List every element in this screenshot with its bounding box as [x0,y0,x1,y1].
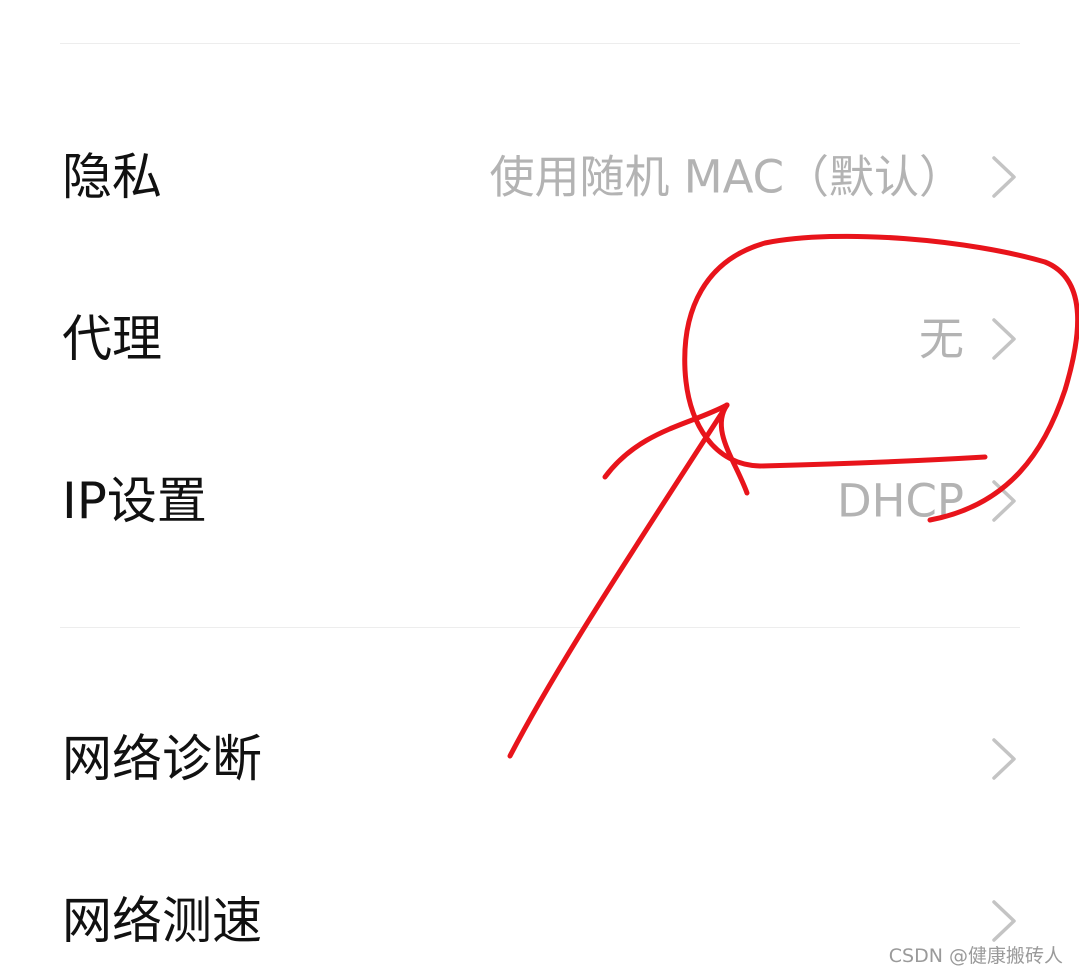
ip-settings-label: IP设置 [62,472,207,530]
settings-row-proxy[interactable]: 代理 无 [0,274,1079,404]
chevron-right-icon [989,479,1019,523]
section-divider [60,627,1020,628]
settings-row-network-diagnosis[interactable]: 网络诊断 [0,694,1079,824]
settings-row-privacy[interactable]: 隐私 使用随机 MAC（默认） [0,112,1079,242]
chevron-right-icon [989,155,1019,199]
network-diagnosis-label: 网络诊断 [62,730,262,788]
privacy-value: 使用随机 MAC（默认） [489,150,964,204]
ip-settings-value: DHCP [836,474,964,528]
top-divider [60,43,1020,44]
chevron-right-icon [989,737,1019,781]
wifi-settings-page: 隐私 使用随机 MAC（默认） 代理 无 IP设置 DHCP 网络诊断 网络测速 [0,0,1079,976]
speed-test-label: 网络测速 [62,892,262,950]
chevron-right-icon [989,899,1019,943]
proxy-label: 代理 [62,310,162,368]
proxy-value: 无 [918,312,964,366]
privacy-label: 隐私 [62,148,162,206]
watermark: CSDN @健康搬砖人 [888,945,1063,967]
chevron-right-icon [989,317,1019,361]
settings-row-ip-settings[interactable]: IP设置 DHCP [0,436,1079,566]
